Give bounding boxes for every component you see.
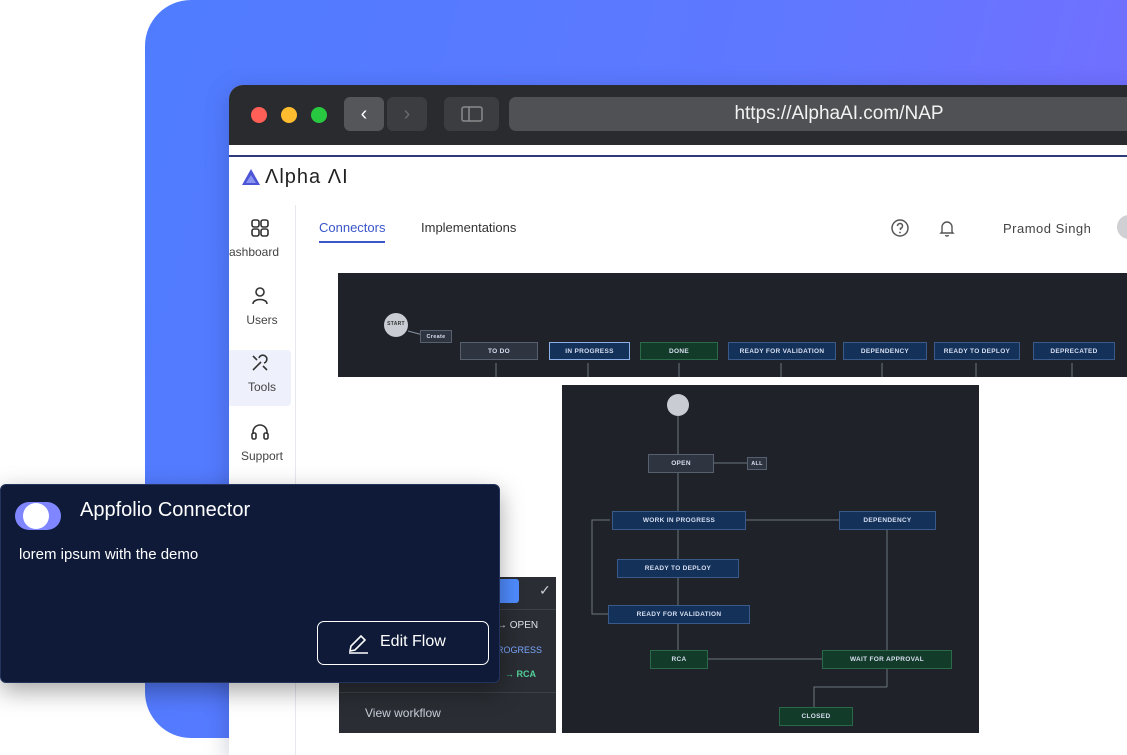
workflow-create-transition[interactable]: Create [420,330,452,343]
help-icon[interactable] [890,218,910,238]
view-workflow-link[interactable]: View workflow [365,706,441,720]
workflow-preview-vertical: ALL OPEN WORK IN PROGRESS DEPENDENCY REA… [562,385,979,733]
close-window-button[interactable] [251,107,267,123]
workflow-state-dependency[interactable]: DEPENDENCY [843,342,927,360]
workflow-connectors [384,313,1073,377]
edit-flow-label: Edit Flow [380,633,446,650]
sidebar-item-label: Support [240,449,284,463]
workflow-all-tag[interactable]: ALL [747,457,767,470]
sidebar-item-label: Users [246,313,278,327]
workflow-state-dependency[interactable]: DEPENDENCY [839,511,936,530]
connector-card: Appfolio Connector lorem ipsum with the … [0,484,500,683]
pencil-icon [348,634,368,654]
chevron-left-icon: ‹ [360,102,368,125]
sidebar-item-label: Tools [247,380,276,394]
sidebar-item-users[interactable]: Users [229,283,291,339]
workflow-state-in-progress[interactable]: IN PROGRESS [549,342,630,360]
connector-description: lorem ipsum with the demo [19,546,199,563]
headset-icon [251,424,269,440]
alpha-logo-icon [242,169,260,185]
browser-titlebar: ‹ › https://AlphaAI.com/NAP [229,85,1127,145]
toggle-switch[interactable] [15,502,61,530]
alpha-ai-logo[interactable]: Λlpha ΛI [241,165,349,189]
workflow-state-ready-for-validation[interactable]: READY FOR VALIDATION [608,605,750,624]
chevron-right-icon: › [403,102,411,125]
workflow-state-open[interactable]: OPEN [648,454,714,473]
workflow-state-rca[interactable]: RCA [650,650,708,669]
workflow-state-deprecated[interactable]: DEPRECATED [1033,342,1115,360]
workflow-start-node[interactable]: START [386,318,406,330]
sidebar-toggle-button[interactable] [444,97,499,131]
tab-connectors[interactable]: Connectors [319,220,386,243]
header-divider [229,155,1127,157]
user-name[interactable]: Pramod Singh [1003,221,1091,236]
sidebar-item-tools[interactable]: Tools [229,350,291,406]
sidebar-item-label: ashboard [229,245,280,259]
sidebar-item-dashboard[interactable]: ashboard [229,215,291,271]
workflow-state-work-in-progress[interactable]: WORK IN PROGRESS [612,511,746,530]
workflow-state-ready-to-deploy[interactable]: READY TO DEPLOY [617,559,739,578]
connector-title: Appfolio Connector [80,499,251,521]
workflow-state-todo[interactable]: TO DO [460,342,538,360]
sidebar-item-support[interactable]: Support [229,419,291,475]
address-bar[interactable]: https://AlphaAI.com/NAP [509,97,1127,131]
dashboard-grid-icon [251,219,269,237]
transition-rca[interactable]: → RCA [505,669,536,679]
url-text: https://AlphaAI.com/NAP [734,103,944,124]
workflow-preview-horizontal: START Create TO DO IN PROGRESS DONE READ… [338,273,1127,377]
logo-text: Λlpha ΛI [265,165,349,188]
user-icon [252,287,268,305]
workflow-state-ready-for-validation[interactable]: READY FOR VALIDATION [728,342,836,360]
maximize-window-button[interactable] [311,107,327,123]
transition-open[interactable]: → OPEN [497,620,538,631]
workflow-state-wait-for-approval[interactable]: WAIT FOR APPROVAL [822,650,952,669]
sidebar-icon [460,106,483,122]
forward-button[interactable]: › [387,97,427,131]
pin-icon[interactable]: ✓ [539,582,551,599]
mini-panel-divider [339,692,556,693]
workflow-state-ready-to-deploy[interactable]: READY TO DEPLOY [934,342,1020,360]
workflow-state-closed[interactable]: CLOSED [779,707,853,726]
bell-icon[interactable] [937,218,957,238]
edit-flow-button[interactable]: Edit Flow [317,621,489,665]
tools-icon [252,354,268,371]
minimize-window-button[interactable] [281,107,297,123]
transition-progress[interactable]: ROGRESS [497,645,542,655]
workflow-state-done[interactable]: DONE [640,342,718,360]
tab-implementations[interactable]: Implementations [421,220,516,241]
avatar[interactable] [1117,215,1127,239]
back-button[interactable]: ‹ [344,97,384,131]
